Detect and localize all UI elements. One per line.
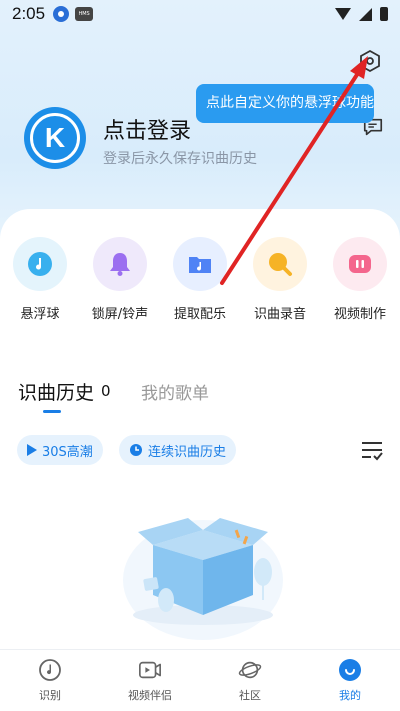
kugou-logo-icon: K <box>30 113 80 163</box>
list-check-icon <box>362 442 383 461</box>
music-note-circle-icon <box>38 658 62 682</box>
chip-label: 30S高潮 <box>42 444 93 460</box>
nav-item-recognize[interactable]: 识别 <box>0 650 100 711</box>
nav-label: 识别 <box>39 689 61 702</box>
shortcut-icon-bg <box>93 237 147 291</box>
tab-my-playlist[interactable]: 我的歌单 <box>141 379 209 404</box>
shortcut-icon-bg <box>173 237 227 291</box>
status-bar: 2:05 HMS <box>0 0 400 28</box>
shortcut-lockscreen-ringtone[interactable]: 锁屏/铃声 <box>85 237 155 322</box>
signal-icon <box>359 7 372 21</box>
profile-icon <box>338 658 362 682</box>
planet-icon <box>238 658 262 682</box>
music-note-icon <box>28 252 52 276</box>
bottom-navigation: 识别 视频伴侣 社区 我的 <box>0 649 400 711</box>
shortcut-extract-music[interactable]: 提取配乐 <box>165 237 235 322</box>
nav-label: 视频伴侣 <box>128 689 172 702</box>
nav-item-video-companion[interactable]: 视频伴侣 <box>100 650 200 711</box>
video-icon <box>349 255 371 273</box>
login-title[interactable]: 点击登录 <box>103 113 191 145</box>
video-play-icon <box>138 658 162 682</box>
shortcut-label: 悬浮球 <box>20 307 60 322</box>
peak-30s-chip[interactable]: 30S高潮 <box>17 435 103 465</box>
settings-button[interactable] <box>356 47 384 75</box>
shortcut-label: 视频制作 <box>333 307 386 322</box>
bell-icon <box>110 253 130 276</box>
shortcut-record[interactable]: 识曲录音 <box>245 237 315 322</box>
login-subtitle: 登录后永久保存识曲历史 <box>103 151 257 167</box>
list-edit-button[interactable] <box>360 440 384 462</box>
status-time: 2:05 <box>12 4 46 23</box>
shortcut-floating-ball[interactable]: 悬浮球 <box>5 237 75 322</box>
shortcut-icon-bg <box>253 237 307 291</box>
shortcut-video-making[interactable]: 视频制作 <box>325 237 395 322</box>
record-icon <box>269 253 292 276</box>
chip-label: 连续识曲历史 <box>148 444 227 460</box>
wifi-icon <box>335 8 351 20</box>
clock-icon <box>130 444 142 456</box>
nav-label: 我的 <box>339 689 361 702</box>
avatar[interactable]: K <box>24 107 86 169</box>
nav-label: 社区 <box>239 689 261 702</box>
hms-badge-icon: HMS <box>75 7 94 21</box>
app-notification-icon <box>53 6 70 22</box>
shortcut-icon-bg <box>13 237 67 291</box>
hexagon-settings-icon <box>360 49 380 73</box>
folder-music-icon <box>189 257 211 273</box>
empty-box-illustration <box>123 518 283 640</box>
nav-item-community[interactable]: 社区 <box>200 650 300 711</box>
floating-ball-tooltip[interactable]: 点此自定义你的悬浮球功能 <box>196 84 374 123</box>
battery-icon <box>380 7 388 21</box>
shortcut-label: 提取配乐 <box>173 307 226 322</box>
history-count: 0 <box>101 382 111 400</box>
shortcut-label: 锁屏/铃声 <box>91 307 149 322</box>
nav-item-mine[interactable]: 我的 <box>300 650 400 711</box>
shortcut-icon-bg <box>333 237 387 291</box>
shortcut-label: 识曲录音 <box>253 307 306 322</box>
tab-recognition-history[interactable]: 识曲历史 <box>18 378 94 405</box>
continuous-history-chip[interactable]: 连续识曲历史 <box>119 435 237 465</box>
active-tab-indicator <box>43 410 61 413</box>
play-icon <box>27 444 37 456</box>
